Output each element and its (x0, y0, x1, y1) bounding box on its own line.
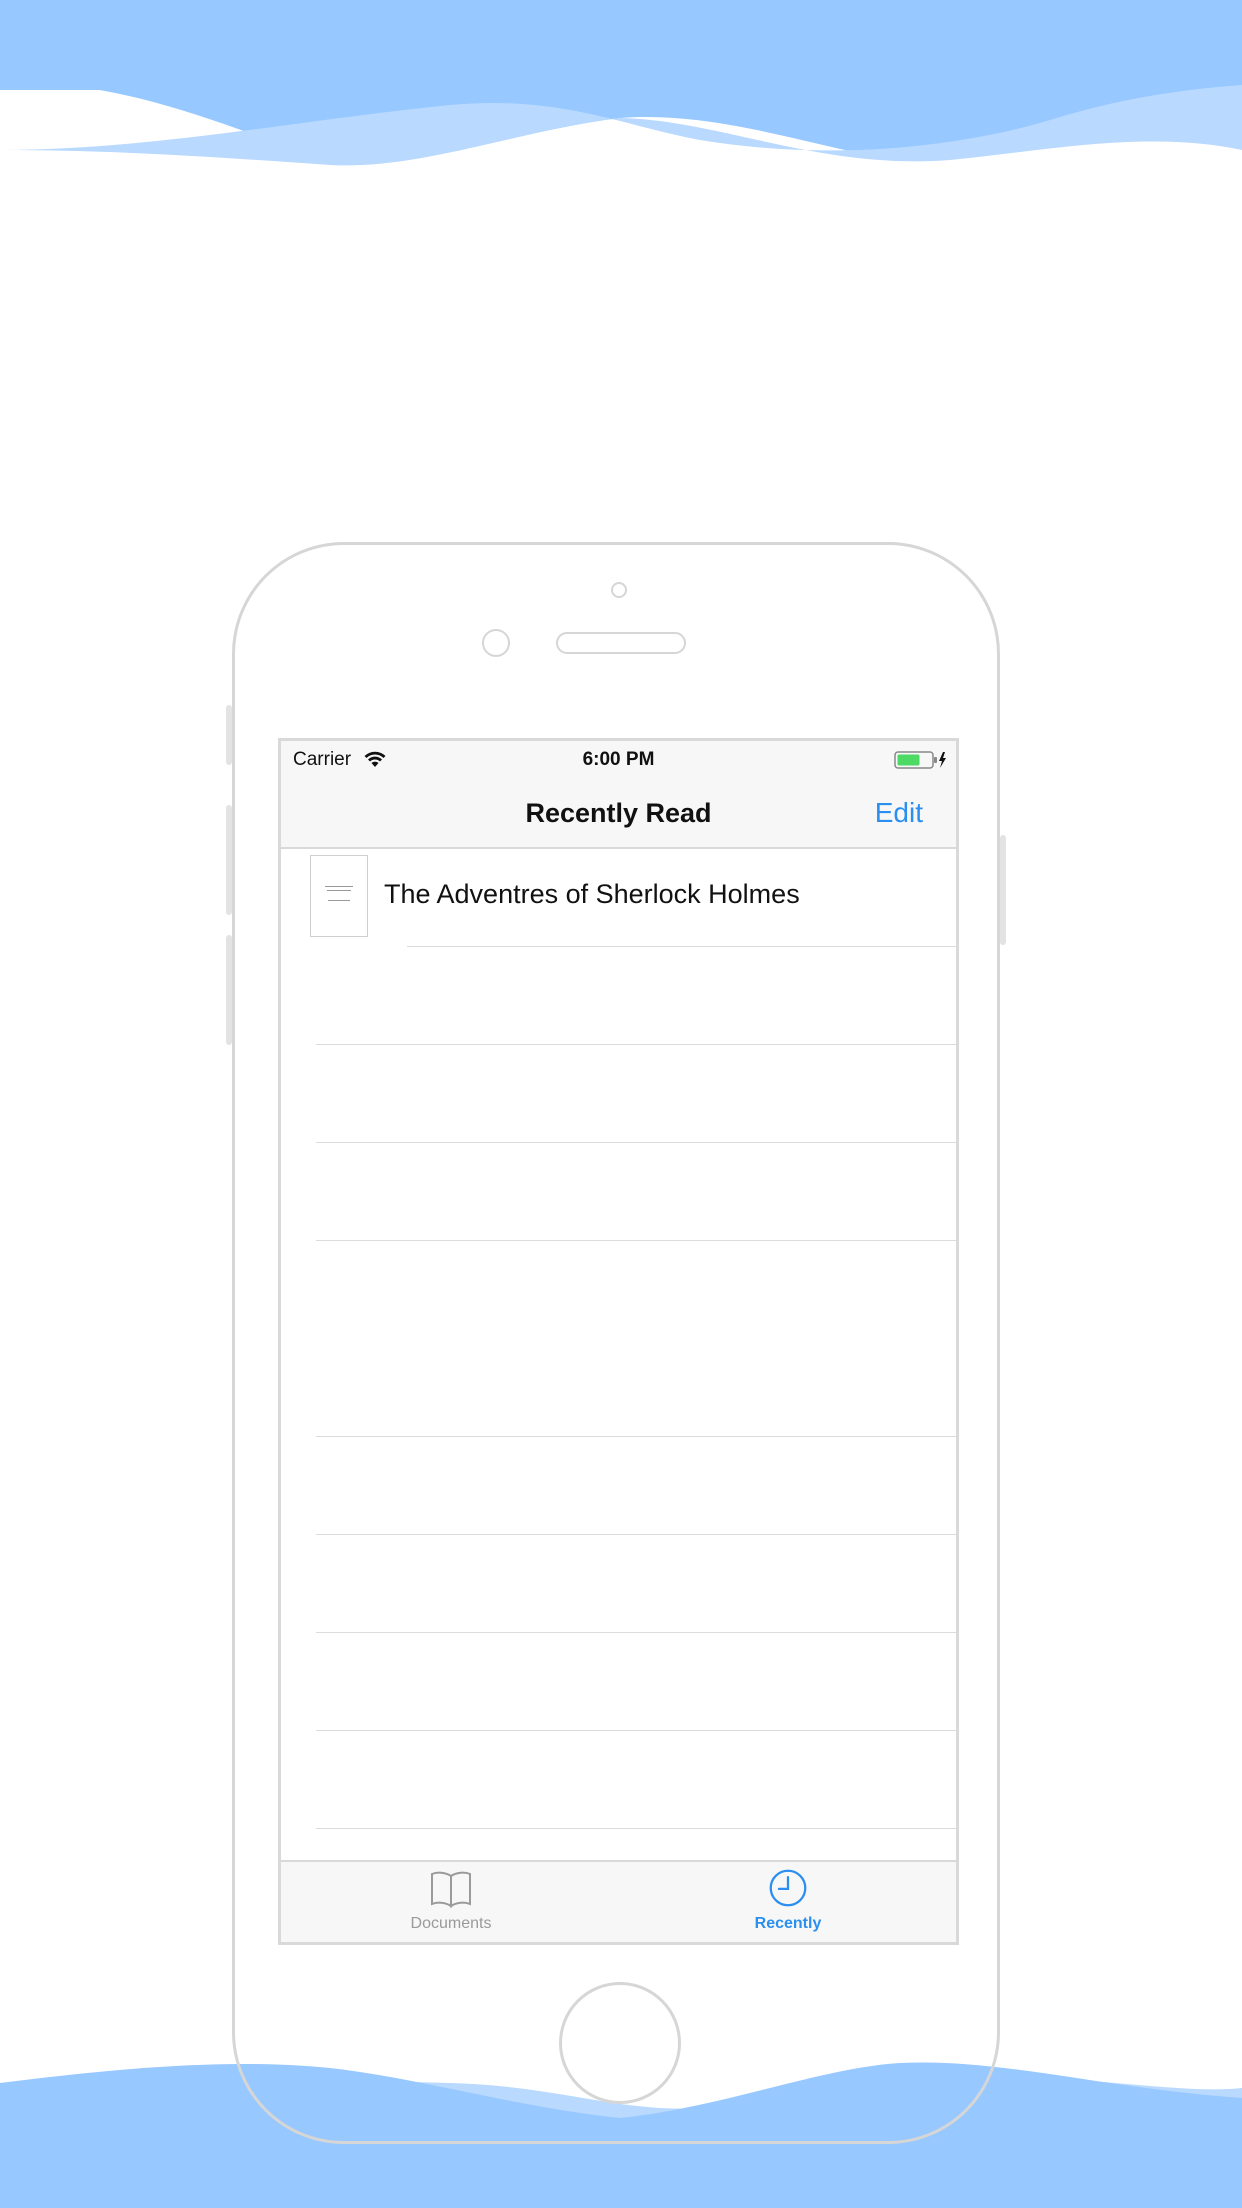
book-icon (429, 1871, 473, 1912)
empty-row (281, 1633, 956, 1731)
front-camera (611, 582, 627, 598)
empty-row (281, 1045, 956, 1143)
phone-power-button (1000, 835, 1006, 945)
empty-row (281, 947, 956, 1045)
edit-button[interactable]: Edit (875, 797, 923, 829)
empty-row (281, 1437, 956, 1535)
clock-icon (766, 1869, 810, 1912)
status-bar: Carrier 6:00 PM (281, 741, 956, 781)
proximity-sensor (482, 629, 510, 657)
empty-row (281, 1143, 956, 1241)
earpiece-speaker (556, 632, 686, 654)
list-item[interactable]: The Adventres of Sherlock Holmes (281, 849, 956, 947)
empty-row (281, 1241, 956, 1437)
battery-charging-icon (894, 750, 948, 776)
top-wave-decoration (0, 0, 1242, 170)
empty-row (281, 1731, 956, 1829)
app-screen: Carrier 6:00 PM Recently Read Edit The A… (278, 738, 959, 1945)
tab-documents[interactable]: Documents (391, 1868, 511, 1933)
tab-recently[interactable]: Recently (728, 1868, 848, 1933)
document-thumbnail (310, 855, 368, 937)
status-time: 6:00 PM (582, 749, 655, 770)
page-title: Recently Read (525, 798, 712, 828)
tab-recently-label: Recently (754, 1915, 822, 1932)
navigation-bar: Recently Read Edit (281, 781, 956, 849)
tab-documents-label: Documents (410, 1915, 492, 1932)
book-title: The Adventres of Sherlock Holmes (384, 879, 800, 909)
home-button[interactable] (559, 1982, 681, 2104)
tab-bar: Documents Recently (281, 1860, 956, 1942)
empty-row (281, 1535, 956, 1633)
